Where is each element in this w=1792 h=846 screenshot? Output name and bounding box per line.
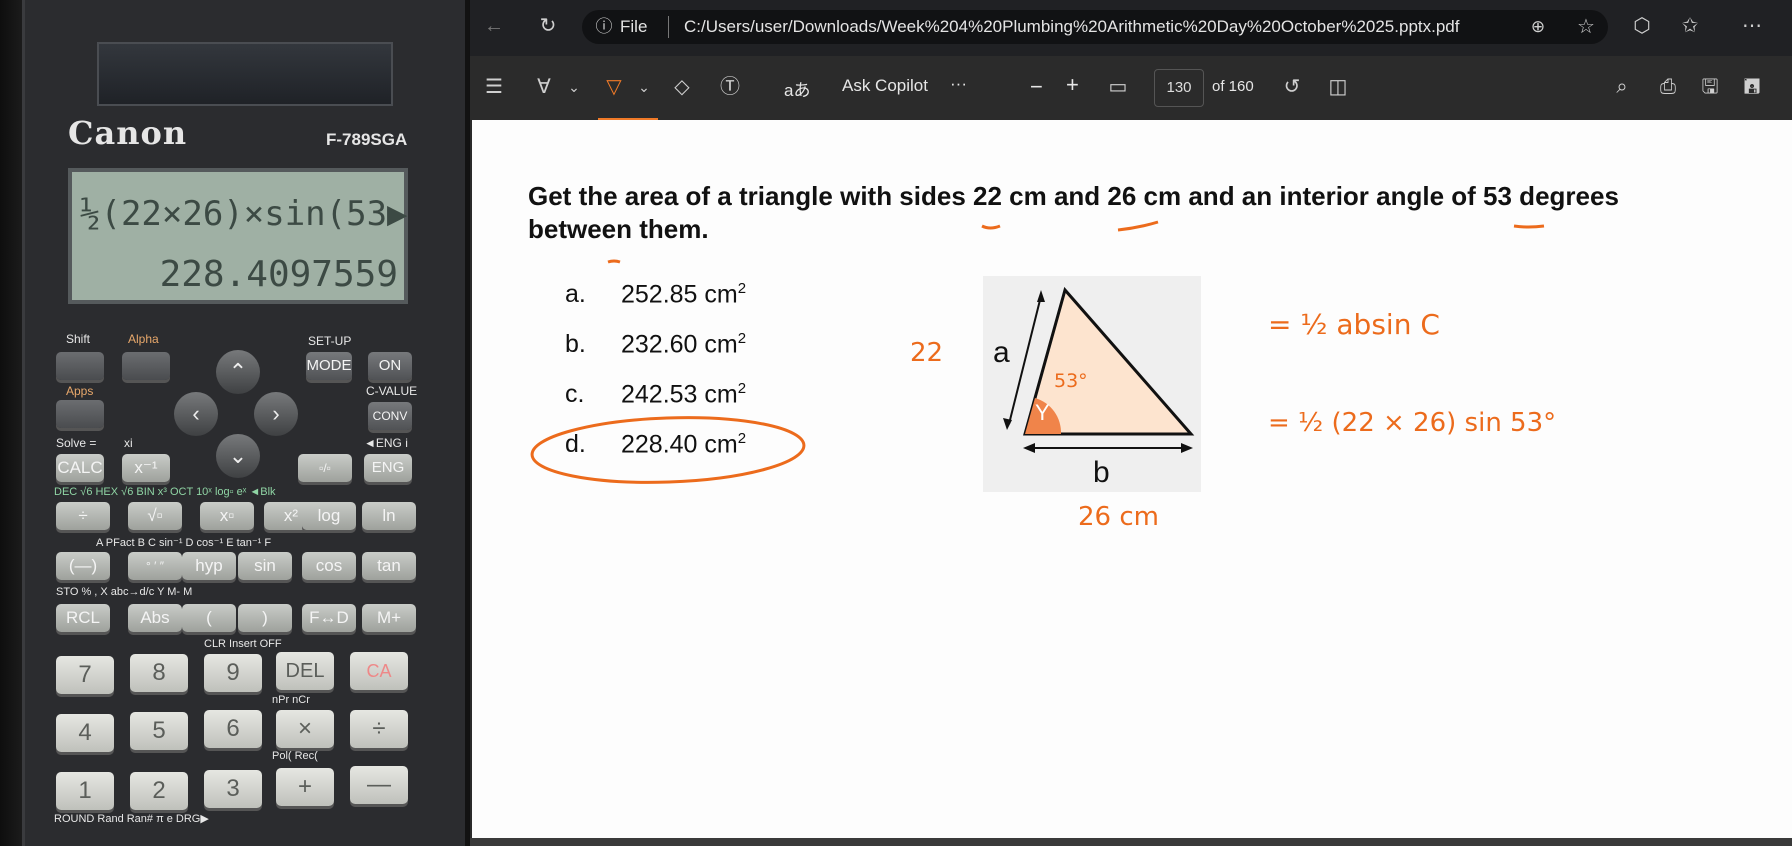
num3-sublabels: Pol( Rec( xyxy=(272,750,318,762)
del-key[interactable]: DEL xyxy=(276,652,334,690)
reciprocal-key[interactable]: x⁻¹ xyxy=(122,454,170,482)
angle-value-note: 53° xyxy=(1054,370,1088,392)
apps-label: Apps xyxy=(66,384,94,398)
bottom-sublabels: ROUND Rand Ran# π e DRG▶ xyxy=(54,813,209,825)
row3-sublabels: A PFact B C sin⁻¹ D cos⁻¹ E tan⁻¹ F xyxy=(96,537,272,549)
close-paren-key[interactable]: ) xyxy=(238,604,292,632)
minus-key[interactable]: — xyxy=(350,766,408,804)
row2-sublabels: DEC √6 HEX √6 BIN x³ OCT 10ˣ log▫ eˣ ◄Bl… xyxy=(54,486,276,498)
negative-key[interactable]: (—) xyxy=(56,552,110,580)
f-d-key[interactable]: F↔D xyxy=(302,604,356,632)
display-expression: ½(22×26)×sin(53▶ xyxy=(80,194,408,234)
underline-22 xyxy=(981,224,1001,230)
ln-key[interactable]: ln xyxy=(362,502,416,530)
eng-shift-label: ◄ENG i xyxy=(364,436,408,450)
horizontal-scrollbar[interactable] xyxy=(470,838,1792,846)
cos-key[interactable]: cos xyxy=(302,552,356,580)
sin-key[interactable]: sin xyxy=(238,552,292,580)
down-arrow-key[interactable]: ⌄ xyxy=(216,434,260,478)
cvalue-label: C-VALUE xyxy=(366,384,418,398)
shift-key[interactable] xyxy=(56,352,104,380)
key-7[interactable]: 7 xyxy=(56,656,114,694)
eng-key[interactable]: ENG xyxy=(364,454,412,482)
calculator-brand: Canon xyxy=(68,114,188,152)
side-b-value-note: 26 cm xyxy=(1078,502,1159,532)
browser-window: ← ↻ ⓘ File C:/Users/user/Downloads/Week%… xyxy=(470,0,1792,846)
left-arrow-key[interactable]: ‹ xyxy=(174,392,218,436)
key-1[interactable]: 1 xyxy=(56,772,114,810)
m-plus-key[interactable]: M+ xyxy=(362,604,416,632)
key-9[interactable]: 9 xyxy=(204,654,262,692)
tan-key[interactable]: tan xyxy=(362,552,416,580)
multiply-key[interactable]: × xyxy=(276,710,334,748)
underline-53 xyxy=(1513,224,1545,229)
display-result: 228.4097559 xyxy=(159,254,398,295)
fraction-key[interactable]: ▫/▫ xyxy=(298,454,352,482)
ca-key[interactable]: CA xyxy=(350,652,408,690)
conv-key[interactable]: CONV xyxy=(368,402,412,430)
answer-circle xyxy=(530,416,806,484)
underline-26 xyxy=(1117,220,1159,232)
calculator-model: F-789SGA xyxy=(326,130,408,149)
up-arrow-key[interactable]: ⌃ xyxy=(216,350,260,394)
solar-panel xyxy=(97,42,393,106)
num1-sublabels: CLR Insert OFF xyxy=(204,638,282,650)
right-arrow-key[interactable]: › xyxy=(254,392,298,436)
rcl-key[interactable]: RCL xyxy=(56,604,110,632)
open-paren-key[interactable]: ( xyxy=(182,604,236,632)
key-8[interactable]: 8 xyxy=(130,654,188,692)
solve-label: Solve = xyxy=(56,436,97,450)
row4-sublabels: STO % , X abc→d/c Y M- M xyxy=(56,586,193,598)
ink-annotations xyxy=(530,220,1545,484)
calc-key[interactable]: CALC xyxy=(56,454,104,482)
xi-label: xi xyxy=(124,436,133,450)
on-key[interactable]: ON xyxy=(368,352,412,380)
mode-key[interactable]: MODE xyxy=(306,352,352,380)
calculator-display: ½(22×26)×sin(53▶ 228.4097559 xyxy=(68,168,408,304)
underline-between xyxy=(607,259,621,264)
power-key[interactable]: x▫ xyxy=(200,502,254,530)
formula-note-2: = ½ (22 × 26) sin 53° xyxy=(1268,408,1557,438)
abs-key[interactable]: Abs xyxy=(128,604,182,632)
setup-label: SET-UP xyxy=(308,334,352,348)
alpha-key[interactable] xyxy=(122,352,170,380)
formula-note-1: = ½ absin C xyxy=(1268,308,1440,341)
key-3[interactable]: 3 xyxy=(204,770,262,808)
log-key[interactable]: log xyxy=(302,502,356,530)
key-5[interactable]: 5 xyxy=(130,712,188,750)
sqrt-key[interactable]: √▫ xyxy=(128,502,182,530)
hyp-key[interactable]: hyp xyxy=(182,552,236,580)
divide-fraction-key[interactable]: ÷ xyxy=(56,502,110,530)
key-2[interactable]: 2 xyxy=(130,772,188,810)
alpha-label: Alpha xyxy=(128,332,159,346)
divide-key[interactable]: ÷ xyxy=(350,710,408,748)
side-a-value-note: 22 xyxy=(910,338,944,368)
plus-key[interactable]: + xyxy=(276,768,334,806)
degree-key[interactable]: ° ′ ″ xyxy=(128,552,182,580)
calculator-photo: Canon F-789SGA ½(22×26)×sin(53▶ 228.4097… xyxy=(0,0,470,846)
shift-label: Shift xyxy=(66,332,91,346)
num2-sublabels: nPr nCr xyxy=(272,694,310,706)
apps-key[interactable] xyxy=(56,400,104,428)
key-6[interactable]: 6 xyxy=(204,710,262,748)
key-4[interactable]: 4 xyxy=(56,714,114,752)
